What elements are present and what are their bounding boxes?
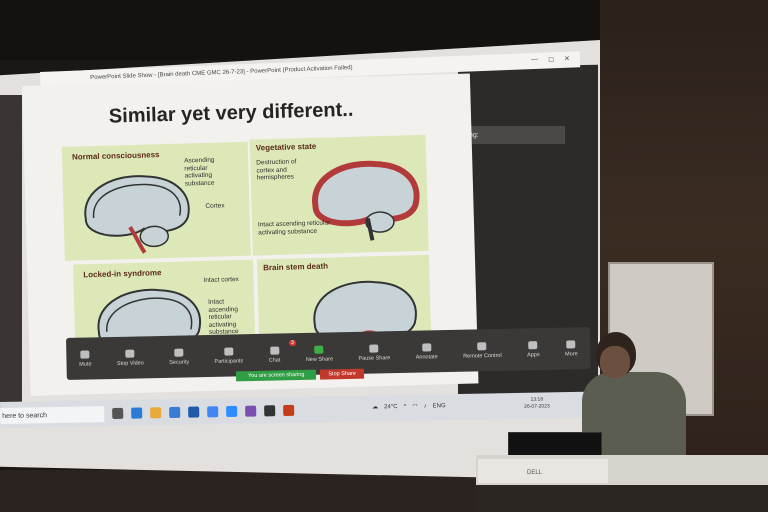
mute-button[interactable]: Mute xyxy=(79,350,92,367)
new-share-button[interactable]: New Share xyxy=(305,345,333,362)
stop-video-button[interactable]: Stop Video xyxy=(117,349,144,366)
video-camera-icon xyxy=(125,349,135,358)
mouse-icon xyxy=(477,341,487,350)
more-button[interactable]: More xyxy=(565,339,578,357)
task-view-icon[interactable] xyxy=(112,407,124,420)
chat-button[interactable]: Chat xyxy=(268,346,280,363)
chrome-browser-icon[interactable] xyxy=(207,406,219,418)
pause-icon xyxy=(369,343,379,353)
slideshow-left-margin xyxy=(0,95,22,410)
edge-browser-icon[interactable] xyxy=(131,407,143,419)
annotation: Intact ascending reticular activating su… xyxy=(257,219,331,236)
file-explorer-icon[interactable] xyxy=(150,407,162,419)
speaker-icon[interactable]: ♪ xyxy=(424,403,427,409)
annotate-button[interactable]: Annotate xyxy=(415,342,438,360)
floor xyxy=(0,470,480,512)
annotation: Destruction of cortex and hemispheres xyxy=(256,158,297,182)
screen-sharing-banner: You are screen sharing xyxy=(235,369,317,382)
microphone-icon xyxy=(80,350,90,359)
zoom-app-icon[interactable] xyxy=(226,405,238,418)
podium-base xyxy=(476,485,768,512)
close-button[interactable]: ✕ xyxy=(564,55,570,63)
remote-control-button[interactable]: Remote Control xyxy=(463,341,502,359)
shield-icon xyxy=(174,348,184,357)
nameplate-text: DELL xyxy=(527,470,543,476)
podium-nameplate xyxy=(478,459,608,483)
annotation: Cortex xyxy=(205,202,225,210)
panel-label: Brain stem death xyxy=(263,261,329,273)
powerpoint-app-icon[interactable] xyxy=(283,404,295,417)
annotation: Ascending reticular activating substance xyxy=(184,156,215,187)
annotation: Intact cortex xyxy=(203,276,239,285)
apps-button[interactable]: Apps xyxy=(527,340,540,358)
participants-button[interactable]: Participants xyxy=(214,347,243,364)
chevron-up-icon[interactable]: ^ xyxy=(403,403,406,409)
presenter-face xyxy=(600,346,630,378)
store-icon[interactable] xyxy=(169,406,181,419)
system-clock[interactable]: 13:18 26-07-2023 xyxy=(524,396,550,410)
chat-icon xyxy=(269,346,279,355)
apps-icon xyxy=(528,340,538,349)
pencil-icon xyxy=(421,342,432,352)
stop-share-button[interactable]: Stop Share xyxy=(320,368,364,380)
slide-title: Similar yet very different.. xyxy=(108,98,354,128)
share-screen-icon xyxy=(314,345,324,354)
minimize-button[interactable]: — xyxy=(531,56,538,64)
annotation: Intact ascending reticular activating su… xyxy=(208,298,239,336)
weather-temperature[interactable]: 24°C xyxy=(384,404,398,410)
participants-icon xyxy=(224,347,234,356)
panel-label: Vegetative state xyxy=(255,141,317,153)
wifi-icon[interactable]: ◠ xyxy=(412,403,417,410)
mail-icon[interactable] xyxy=(188,406,200,418)
ellipsis-icon xyxy=(566,339,576,349)
language-indicator[interactable]: ENG xyxy=(433,403,446,409)
maximize-button[interactable]: ◻ xyxy=(548,55,554,63)
media-player-icon[interactable] xyxy=(264,405,276,417)
participants-count-badge: 3 xyxy=(289,340,296,346)
teams-app-icon[interactable] xyxy=(245,405,257,417)
pause-share-button[interactable]: Pause Share xyxy=(358,343,390,361)
security-button[interactable]: Security xyxy=(169,348,189,365)
weather-icon: ☁ xyxy=(372,404,379,411)
brain-diagram-normal xyxy=(84,175,190,254)
taskbar-search-input[interactable]: here to search xyxy=(0,406,105,424)
clock-date: 26-07-2023 xyxy=(524,403,550,410)
